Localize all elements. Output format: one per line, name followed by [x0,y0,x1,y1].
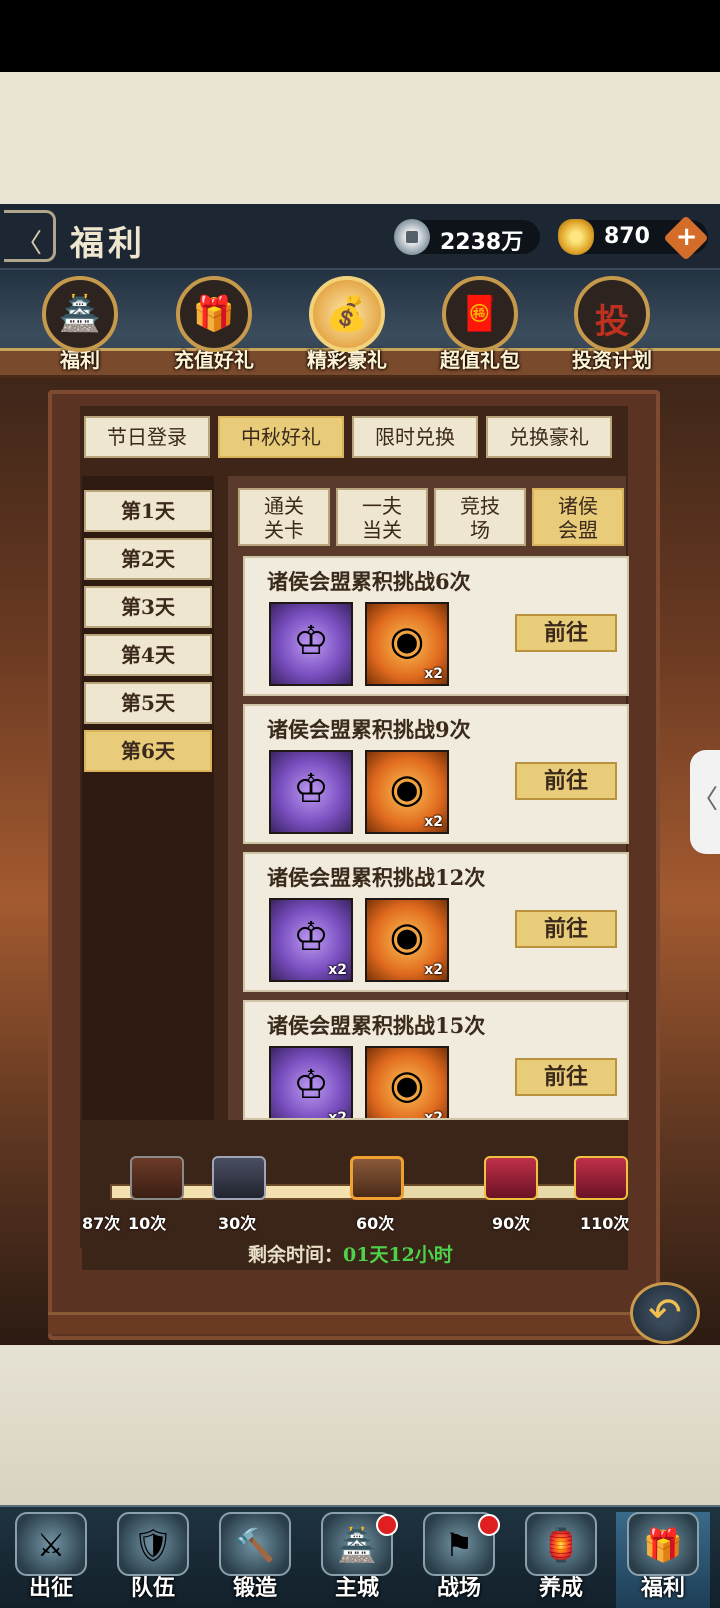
crest-icon: ♔ [293,618,329,664]
milestone-label: 110次 [580,1214,630,1233]
team-helmet-icon: 🛡 [117,1512,189,1576]
treasure-chest-icon: 💰 [309,276,385,352]
crest-icon: ♔ [293,1062,329,1108]
return-icon: ↶ [648,1290,682,1336]
day-3[interactable]: 第3天 [84,586,212,628]
welfare-pavilion-icon: 🎁 [627,1512,699,1576]
milestone-chest-110[interactable] [574,1156,628,1200]
plus-icon: + [675,222,698,253]
category-welfare[interactable]: 🏯 福利 [38,276,122,373]
notification-badge [376,1514,398,1536]
category-recharge-gifts[interactable]: 🎁 充值好礼 [172,276,256,373]
crest-icon: ♔ [293,914,329,960]
category-value-packs[interactable]: 🧧 超值礼包 [438,276,522,373]
task-card: 诸侯会盟累积挑战9次 ♔ ◉ x2 前往 [243,704,629,844]
investment-icon: 投 [574,276,650,352]
milestone-label: 90次 [492,1214,531,1233]
remaining-time-label: 剩余时间： [248,1244,344,1266]
reward-item-crest[interactable]: ♔ x2 [269,898,353,982]
welfare-icon: 🏯 [42,276,118,352]
nav-forge[interactable]: 🔨 锻造 [208,1512,302,1608]
go-button[interactable]: 前往 [515,910,617,948]
current-progress-label: 87次 [82,1214,121,1233]
silver-coin-counter: 2238万 [394,219,540,255]
gold-value: 870 [604,224,650,249]
top-black-bar [0,0,720,72]
nav-battlefield[interactable]: ⚑ 战场 [412,1512,506,1608]
silver-coin-value: 2238万 [440,230,524,255]
red-envelope-icon: 🧧 [442,276,518,352]
tab-limited-exchange[interactable]: 限时兑换 [352,416,478,458]
background-landscape [0,1345,720,1505]
anvil-icon: 🔨 [219,1512,291,1576]
page-title: 福利 [70,224,146,264]
mooncake-icon: ◉ [389,914,425,960]
tab-festival-login[interactable]: 节日登录 [84,416,210,458]
day-5[interactable]: 第5天 [84,682,212,724]
day-2[interactable]: 第2天 [84,538,212,580]
go-button[interactable]: 前往 [515,762,617,800]
task-title: 诸侯会盟累积挑战12次 [267,865,486,890]
subtab-arena[interactable]: 竞技 场 [434,488,526,546]
nav-welfare[interactable]: 🎁 福利 [616,1512,710,1608]
reward-item-mooncake[interactable]: ◉ x2 [365,898,449,982]
crest-icon: ♔ [293,766,329,812]
subtab-one-man-pass[interactable]: 一夫 当关 [336,488,428,546]
silver-coin-icon [394,219,430,255]
day-1[interactable]: 第1天 [84,490,212,532]
notification-badge [478,1514,500,1536]
task-card: 诸侯会盟累积挑战6次 ♔ ◉ x2 前往 [243,556,629,696]
reward-item-crest[interactable]: ♔ [269,602,353,686]
category-investment-plan[interactable]: 投 投资计划 [570,276,654,373]
mooncake-icon: ◉ [389,1062,425,1108]
mooncake-icon: ◉ [389,618,425,664]
milestone-label: 30次 [218,1214,257,1233]
recharge-gift-icon: 🎁 [176,276,252,352]
nav-team[interactable]: 🛡 队伍 [106,1512,200,1608]
task-card: 诸侯会盟累积挑战15次 ♔ x2 ◉ x2 前往 [243,1000,629,1120]
go-button[interactable]: 前往 [515,614,617,652]
day-6[interactable]: 第6天 [84,730,212,772]
day-4[interactable]: 第4天 [84,634,212,676]
back-icon: 〈 [16,229,43,259]
nav-main-city[interactable]: 🏯 主城 [310,1512,404,1608]
lantern-icon: 🏮 [525,1512,597,1576]
side-drawer-handle[interactable]: 〈 [690,750,720,854]
mooncake-icon: ◉ [389,766,425,812]
go-button[interactable]: 前往 [515,1058,617,1096]
reward-item-mooncake[interactable]: ◉ x2 [365,602,449,686]
tab-exchange-gifts[interactable]: 兑换豪礼 [486,416,612,458]
task-title: 诸侯会盟累积挑战6次 [267,569,471,594]
nav-expedition[interactable]: ⚔ 出征 [4,1512,98,1608]
category-wonderful-gifts[interactable]: 💰 精彩豪礼 [305,276,389,373]
background-parchment [0,72,720,204]
subtab-clear-stages[interactable]: 通关 关卡 [238,488,330,546]
task-title: 诸侯会盟累积挑战15次 [267,1013,486,1038]
milestone-label: 60次 [356,1214,395,1233]
task-card: 诸侯会盟累积挑战12次 ♔ x2 ◉ x2 前往 [243,852,629,992]
reward-item-crest[interactable]: ♔ x2 [269,1046,353,1118]
nav-cultivate[interactable]: 🏮 养成 [514,1512,608,1608]
crossed-swords-icon: ⚔ [15,1512,87,1576]
milestone-chest-30[interactable] [212,1156,266,1200]
milestone-chest-10[interactable] [130,1156,184,1200]
remaining-time-value: 01天12小时 [343,1244,453,1266]
milestone-chest-90[interactable] [484,1156,538,1200]
reward-item-mooncake[interactable]: ◉ x2 [365,750,449,834]
milestone-chest-60[interactable] [350,1156,404,1200]
return-button[interactable]: ↶ [630,1282,700,1344]
reward-item-crest[interactable]: ♔ [269,750,353,834]
task-title: 诸侯会盟累积挑战9次 [267,717,471,742]
back-button[interactable]: 〈 [4,210,56,262]
milestone-label: 10次 [128,1214,167,1233]
panel-bottom-beam [48,1312,660,1334]
tab-mid-autumn-gifts[interactable]: 中秋好礼 [218,416,344,458]
chevron-left-icon: 〈 [691,785,718,815]
subtab-lords-alliance[interactable]: 诸侯 会盟 [532,488,624,546]
gold-ingot-icon [558,219,594,255]
reward-item-mooncake[interactable]: ◉ x2 [365,1046,449,1118]
remaining-time: 剩余时间：01天12小时 [248,1240,453,1267]
